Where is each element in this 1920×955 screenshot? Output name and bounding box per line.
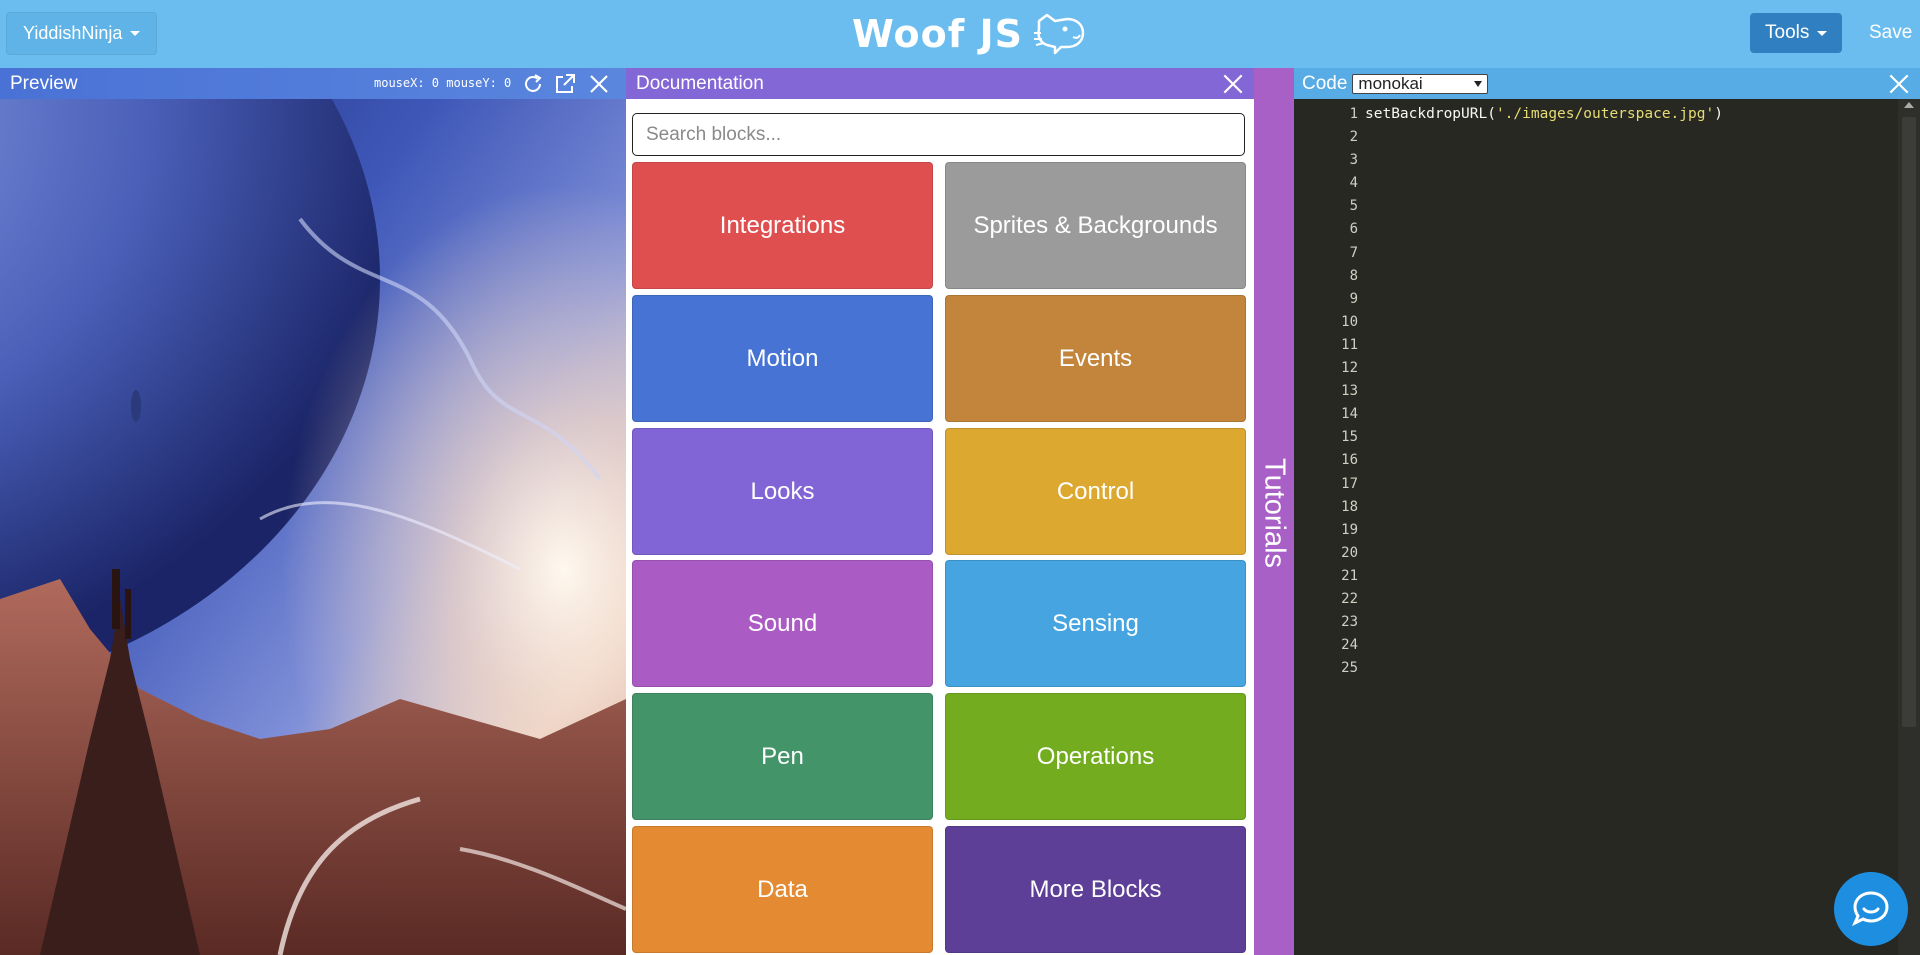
line-number: 10 [1341, 313, 1358, 330]
line-number: 13 [1341, 383, 1358, 400]
caret-icon [1817, 30, 1828, 36]
code-editor[interactable]: setBackdropURL('./images/outerspace.jpg'… [1365, 103, 1723, 126]
docs-header: Documentation [626, 68, 1254, 99]
brand-logo[interactable]: Woof JS [852, 8, 1087, 60]
category-operations[interactable]: Operations [945, 693, 1246, 820]
line-number: 24 [1341, 637, 1358, 654]
user-menu-button[interactable]: YiddishNinja [6, 12, 158, 55]
category-data[interactable]: Data [632, 826, 933, 953]
close-icon[interactable] [1220, 71, 1246, 97]
line-number: 14 [1341, 406, 1358, 423]
line-number: 7 [1349, 244, 1358, 261]
line-number: 9 [1349, 290, 1358, 307]
tutorials-label: Tutorials [1258, 457, 1291, 569]
category-motion[interactable]: Motion [632, 295, 933, 422]
line-number: 23 [1341, 614, 1358, 631]
code-header: Code monokai [1294, 68, 1920, 99]
tools-label: Tools [1765, 22, 1810, 43]
code-token-paren: ) [1714, 106, 1723, 122]
top-navbar: YiddishNinja Woof JS Tools Save [0, 0, 1920, 68]
chat-icon [1852, 891, 1889, 927]
line-number: 12 [1341, 360, 1358, 377]
user-name: YiddishNinja [23, 23, 123, 43]
line-number: 16 [1341, 452, 1358, 469]
line-number: 2 [1349, 129, 1358, 146]
scrollbar-thumb[interactable] [1902, 117, 1916, 727]
line-number: 18 [1341, 498, 1358, 515]
line-number: 17 [1341, 475, 1358, 492]
code-line: setBackdropURL('./images/outerspace.jpg'… [1365, 103, 1723, 126]
code-token-function: setBackdropURL( [1365, 106, 1496, 122]
code-token-string: './images/outerspace.jpg' [1495, 106, 1715, 122]
preview-header: Preview mouseX: 0 mouseY: 0 [0, 68, 626, 99]
refresh-icon[interactable] [521, 72, 545, 96]
line-number: 5 [1349, 198, 1358, 215]
line-number: 22 [1341, 590, 1358, 607]
code-panel: Code monokai 1 2 3 4 5 6 7 8 9 10 11 12 13 14 15 16 17 18… [1294, 68, 1920, 955]
category-more-blocks[interactable]: More Blocks [945, 826, 1246, 953]
category-integrations[interactable]: Integrations [632, 162, 933, 289]
preview-panel: Preview mouseX: 0 mouseY: 0 [0, 68, 626, 955]
line-number-gutter: 1 2 3 4 5 6 7 8 9 10 11 12 13 14 15 16 17 18 19 20 21 22 23 24 2… [1294, 103, 1358, 680]
theme-value: monokai [1358, 73, 1423, 93]
docs-title: Documentation [636, 72, 764, 94]
line-number: 4 [1349, 175, 1358, 192]
line-number: 8 [1349, 267, 1358, 284]
external-link-icon[interactable] [553, 72, 577, 96]
mouse-coordinates: mouseX: 0 mouseY: 0 [374, 76, 512, 90]
theme-select[interactable]: monokai [1352, 73, 1489, 94]
tools-menu-button[interactable]: Tools [1750, 13, 1843, 53]
documentation-panel: Documentation Integrations Sprites & Bac… [626, 68, 1254, 955]
close-icon[interactable] [587, 72, 611, 96]
editor-scrollbar[interactable] [1898, 99, 1920, 955]
category-events[interactable]: Events [945, 295, 1246, 422]
line-number: 6 [1349, 221, 1358, 238]
category-pen[interactable]: Pen [632, 693, 933, 820]
category-looks[interactable]: Looks [632, 428, 933, 555]
category-control[interactable]: Control [945, 428, 1246, 555]
scroll-up-arrow-icon[interactable] [1904, 102, 1914, 108]
line-number: 19 [1341, 521, 1358, 538]
line-number: 20 [1341, 544, 1358, 561]
caret-icon [130, 31, 141, 36]
line-number: 25 [1341, 660, 1358, 677]
chevron-down-icon [1474, 80, 1483, 87]
line-number: 3 [1349, 152, 1358, 169]
outerspace-backdrop-image [0, 99, 626, 955]
preview-title: Preview [10, 72, 78, 94]
chat-button[interactable] [1834, 872, 1908, 946]
close-icon[interactable] [1886, 71, 1912, 97]
line-number: 1 [1349, 106, 1358, 122]
line-number: 21 [1341, 567, 1358, 584]
save-button[interactable]: Save [1857, 13, 1920, 53]
dog-logo-icon [1034, 13, 1085, 55]
search-blocks-input[interactable] [632, 113, 1245, 156]
brand-text: Woof JS [852, 12, 1024, 56]
stage-backdrop[interactable] [0, 99, 626, 955]
line-number: 15 [1341, 429, 1358, 446]
line-number: 11 [1341, 336, 1358, 353]
category-sound[interactable]: Sound [632, 560, 933, 687]
category-sensing[interactable]: Sensing [945, 560, 1246, 687]
tutorials-tab[interactable]: Tutorials [1254, 68, 1294, 955]
code-title: Code [1302, 72, 1348, 94]
category-sprites-backgrounds[interactable]: Sprites & Backgrounds [945, 162, 1246, 289]
